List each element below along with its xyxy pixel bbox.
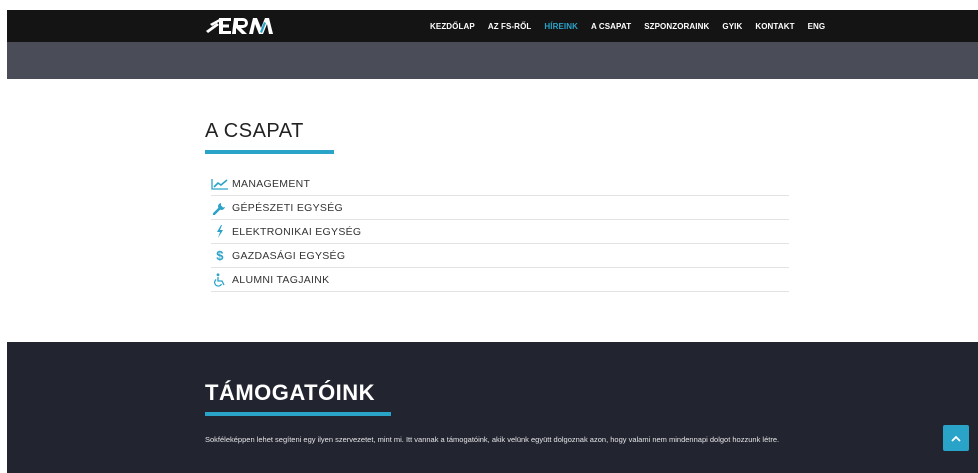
sponsors-description: Sokféleképpen lehet segíteni egy ilyen s… bbox=[205, 435, 780, 444]
team-title-underline bbox=[205, 150, 334, 154]
nav-item-gyik[interactable]: GYIK bbox=[722, 22, 742, 31]
wrench-icon bbox=[211, 201, 229, 215]
nav-item-a-csapat[interactable]: A CSAPAT bbox=[591, 22, 631, 31]
team-section-title: A CSAPAT bbox=[205, 120, 304, 142]
nav-item-eng[interactable]: ENG bbox=[808, 22, 826, 31]
team-item-label: GÉPÉSZETI EGYSÉG bbox=[232, 201, 343, 214]
team-item-label: ELEKTRONIKAI EGYSÉG bbox=[232, 225, 362, 238]
dollar-icon: $ bbox=[216, 248, 224, 263]
erm-logo[interactable] bbox=[204, 12, 276, 40]
chart-line-icon bbox=[211, 177, 229, 191]
team-item-label: MANAGEMENT bbox=[232, 177, 311, 190]
team-item-gazdasagi[interactable]: $ GAZDASÁGI EGYSÉG bbox=[211, 244, 789, 268]
sponsors-title: TÁMOGATÓINK bbox=[205, 380, 376, 405]
team-list: MANAGEMENT GÉPÉSZETI EGYSÉG ELEKTRONIKAI… bbox=[211, 172, 789, 292]
main-nav: KEZDŐLAP AZ FS-RŐL HÍREINK A CSAPAT SZPO… bbox=[430, 10, 838, 42]
top-navigation-bar: KEZDŐLAP AZ FS-RŐL HÍREINK A CSAPAT SZPO… bbox=[7, 10, 978, 42]
nav-item-kezdolap[interactable]: KEZDŐLAP bbox=[430, 22, 475, 31]
nav-item-hireink[interactable]: HÍREINK bbox=[544, 22, 578, 31]
nav-item-kontakt[interactable]: KONTAKT bbox=[755, 22, 794, 31]
nav-item-szponzoraink[interactable]: SZPONZORAINK bbox=[644, 22, 709, 31]
team-item-gepeszeti[interactable]: GÉPÉSZETI EGYSÉG bbox=[211, 196, 789, 220]
chevron-up-icon bbox=[951, 435, 961, 442]
team-item-label: ALUMNI TAGJAINK bbox=[232, 273, 330, 286]
nav-item-az-fs-rol[interactable]: AZ FS-RŐL bbox=[488, 22, 532, 31]
scroll-to-top-button[interactable] bbox=[943, 425, 969, 451]
team-item-management[interactable]: MANAGEMENT bbox=[211, 172, 789, 196]
team-item-alumni[interactable]: ALUMNI TAGJAINK bbox=[211, 268, 789, 292]
team-item-label: GAZDASÁGI EGYSÉG bbox=[232, 249, 346, 262]
sponsors-section: TÁMOGATÓINK Sokféleképpen lehet segíteni… bbox=[7, 342, 978, 473]
wheelchair-icon bbox=[211, 272, 229, 287]
hero-banner bbox=[7, 42, 978, 79]
bolt-icon bbox=[211, 225, 229, 239]
sponsors-title-underline bbox=[205, 412, 391, 416]
team-item-elektronikai[interactable]: ELEKTRONIKAI EGYSÉG bbox=[211, 220, 789, 244]
